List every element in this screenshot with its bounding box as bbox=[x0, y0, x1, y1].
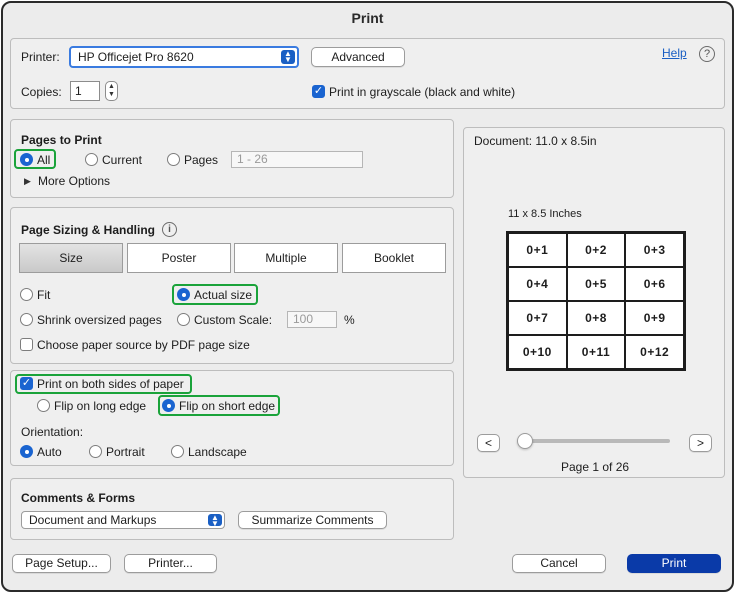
paper-size-label: 11 x 8.5 Inches bbox=[508, 208, 582, 220]
radio-auto[interactable] bbox=[20, 445, 33, 458]
page-setup-button[interactable]: Page Setup... bbox=[12, 554, 111, 573]
orientation-label: Orientation: bbox=[21, 425, 84, 439]
radio-shrink-label: Shrink oversized pages bbox=[37, 313, 162, 327]
comments-forms-title: Comments & Forms bbox=[21, 491, 136, 505]
radio-current[interactable] bbox=[85, 153, 98, 166]
pages-to-print-title: Pages to Print bbox=[21, 133, 102, 147]
preview-cell: 0+7 bbox=[508, 301, 567, 335]
page-preview: 0+1 0+2 0+3 0+4 0+5 0+6 0+7 0+8 0+9 0+10… bbox=[506, 231, 686, 371]
printer-label: Printer: bbox=[21, 50, 60, 64]
info-icon[interactable]: i bbox=[162, 222, 177, 237]
dialog-title: Print bbox=[351, 10, 384, 26]
tab-multiple[interactable]: Multiple bbox=[234, 243, 338, 273]
page-slider-thumb[interactable] bbox=[517, 433, 533, 449]
copies-label: Copies: bbox=[21, 85, 62, 99]
select-arrows-icon: ▲ ▼ bbox=[281, 50, 295, 64]
radio-portrait[interactable] bbox=[89, 445, 102, 458]
radio-portrait-label: Portrait bbox=[106, 445, 145, 459]
select-arrows-icon: ▲ ▼ bbox=[208, 514, 222, 528]
radio-all[interactable] bbox=[20, 153, 33, 166]
radio-actual-size[interactable] bbox=[177, 288, 190, 301]
previous-page-button[interactable]: < bbox=[477, 434, 500, 452]
disclosure-triangle-icon[interactable]: ▶ bbox=[24, 176, 31, 187]
comments-select[interactable]: Document and Markups ▲ ▼ bbox=[21, 511, 225, 529]
preview-cell: 0+10 bbox=[508, 335, 567, 369]
radio-pages[interactable] bbox=[167, 153, 180, 166]
radio-fit[interactable] bbox=[20, 288, 33, 301]
preview-cell: 0+11 bbox=[566, 335, 626, 369]
radio-fit-label: Fit bbox=[37, 288, 51, 302]
printer-select[interactable]: HP Officejet Pro 8620 ▲ ▼ bbox=[69, 46, 299, 68]
grayscale-label: Print in grayscale (black and white) bbox=[329, 85, 516, 99]
both-sides-checkbox[interactable]: ✓ bbox=[20, 377, 33, 390]
radio-landscape-label: Landscape bbox=[188, 445, 247, 459]
preview-cell: 0+2 bbox=[566, 233, 626, 267]
help-link[interactable]: Help bbox=[662, 46, 687, 60]
document-size-label: Document: 11.0 x 8.5in bbox=[474, 134, 597, 148]
both-sides-label: Print on both sides of paper bbox=[37, 377, 184, 391]
cancel-button[interactable]: Cancel bbox=[512, 554, 606, 573]
next-page-button[interactable]: > bbox=[689, 434, 712, 452]
preview-cell: 0+3 bbox=[625, 233, 684, 267]
printer-button[interactable]: Printer... bbox=[124, 554, 217, 573]
tab-booklet[interactable]: Booklet bbox=[342, 243, 446, 273]
radio-flip-long[interactable] bbox=[37, 399, 50, 412]
custom-scale-input[interactable]: 100 bbox=[287, 311, 337, 328]
print-button[interactable]: Print bbox=[627, 554, 721, 573]
page-slider-track[interactable] bbox=[521, 439, 670, 443]
tab-poster[interactable]: Poster bbox=[127, 243, 231, 273]
paper-source-label: Choose paper source by PDF page size bbox=[37, 338, 250, 352]
radio-pages-label: Pages bbox=[184, 153, 219, 167]
preview-cell: 0+4 bbox=[508, 267, 567, 301]
preview-cell: 0+9 bbox=[625, 301, 684, 335]
paper-source-checkbox[interactable] bbox=[20, 338, 33, 351]
radio-actual-size-label: Actual size bbox=[194, 288, 253, 302]
radio-auto-label: Auto bbox=[37, 445, 62, 459]
radio-custom-scale[interactable] bbox=[177, 313, 190, 326]
page-info-label: Page 1 of 26 bbox=[561, 460, 630, 474]
copies-input[interactable]: 1 bbox=[70, 81, 100, 101]
more-options-label[interactable]: More Options bbox=[38, 174, 110, 188]
comments-select-value: Document and Markups bbox=[29, 513, 157, 527]
comments-forms-section bbox=[10, 478, 454, 540]
radio-custom-scale-label: Custom Scale: bbox=[194, 313, 273, 327]
grayscale-checkbox[interactable]: ✓ bbox=[312, 85, 325, 98]
radio-current-label: Current bbox=[102, 153, 143, 167]
preview-cell: 0+6 bbox=[625, 267, 684, 301]
radio-shrink[interactable] bbox=[20, 313, 33, 326]
printer-select-value: HP Officejet Pro 8620 bbox=[78, 50, 194, 64]
help-icon[interactable]: ? bbox=[699, 46, 715, 62]
tab-size[interactable]: Size bbox=[19, 243, 123, 273]
radio-landscape[interactable] bbox=[171, 445, 184, 458]
page-range-input[interactable]: 1 - 26 bbox=[231, 151, 363, 168]
summarize-comments-button[interactable]: Summarize Comments bbox=[238, 511, 387, 529]
percent-label: % bbox=[344, 313, 355, 327]
page-sizing-title: Page Sizing & Handling bbox=[21, 223, 156, 237]
radio-flip-short-label: Flip on short edge bbox=[179, 399, 276, 413]
radio-flip-short[interactable] bbox=[162, 399, 175, 412]
radio-all-label: All bbox=[37, 153, 51, 167]
advanced-button[interactable]: Advanced bbox=[311, 47, 405, 67]
preview-cell: 0+12 bbox=[625, 335, 684, 369]
preview-cell: 0+8 bbox=[566, 301, 626, 335]
preview-cell: 0+1 bbox=[508, 233, 567, 267]
radio-flip-long-label: Flip on long edge bbox=[54, 399, 147, 413]
copies-stepper[interactable]: ▲ ▼ bbox=[105, 81, 118, 101]
preview-cell: 0+5 bbox=[566, 267, 626, 301]
